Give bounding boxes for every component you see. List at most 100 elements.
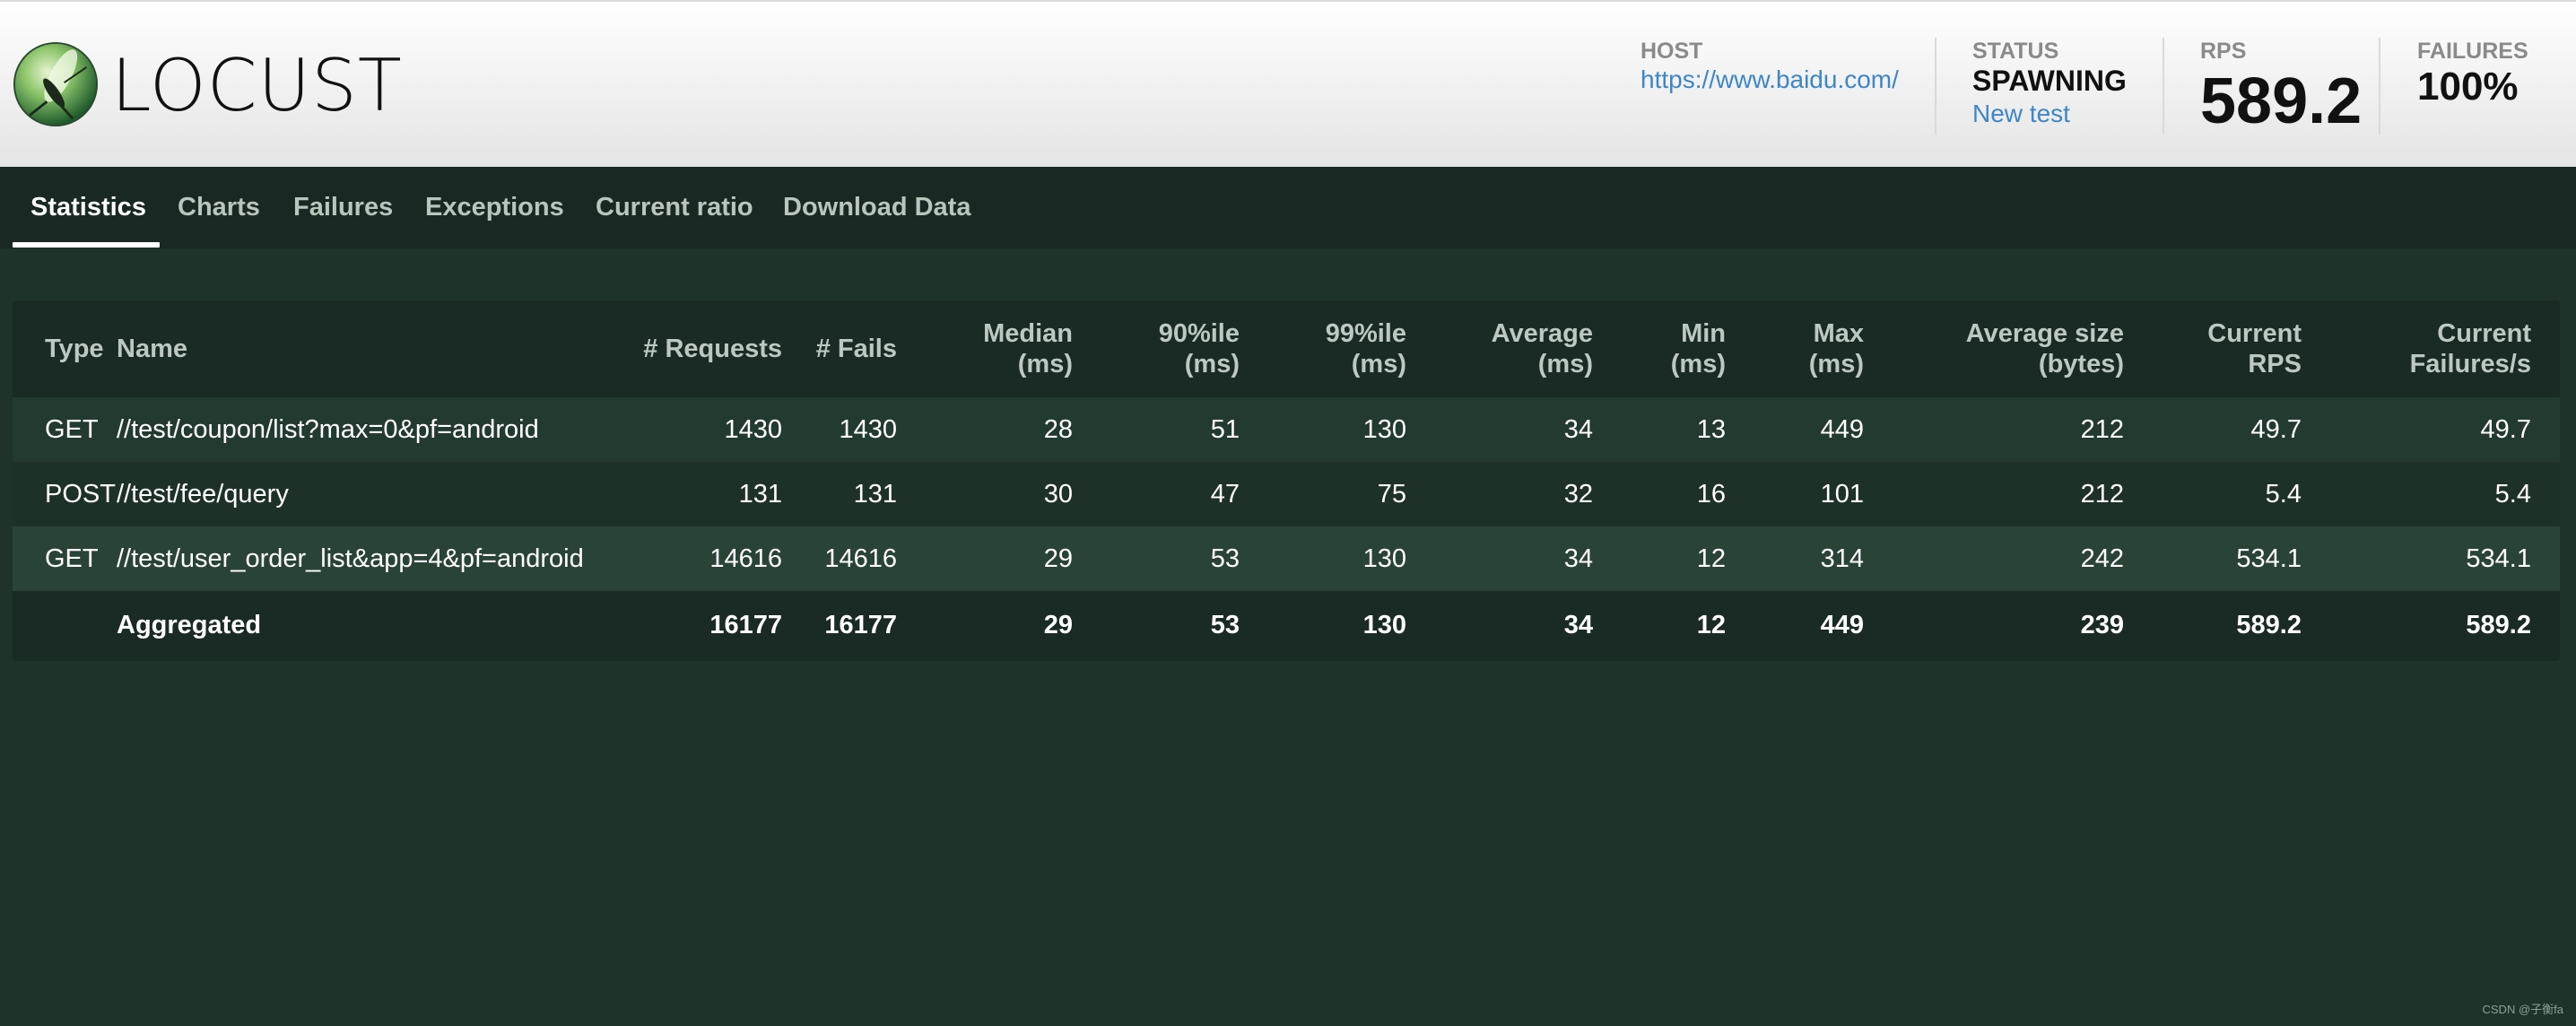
cell-requests: 14616 [619, 526, 782, 591]
header-divider [2379, 38, 2380, 135]
host-label: HOST [1640, 39, 1703, 64]
cell-type [13, 591, 117, 659]
cell-99ile: 130 [1240, 397, 1406, 462]
cell-current-failures: 589.2 [2466, 610, 2531, 639]
host-stat: HOST https://www.baidu.com/ [1640, 38, 1899, 95]
cell-min: 12 [1696, 610, 1726, 639]
cell-average-size: 212 [1864, 462, 2124, 526]
cell-90ile: 47 [1073, 462, 1240, 526]
cell-max: 101 [1726, 462, 1864, 526]
cell-max: 314 [1726, 526, 1864, 591]
cell-current-rps: 5.4 [2124, 462, 2302, 526]
active-tab-indicator [13, 242, 160, 248]
tab-statistics[interactable]: Statistics [30, 167, 146, 248]
cell-current-rps: 534.1 [2124, 526, 2302, 591]
column-header-fails[interactable]: # Fails [782, 300, 897, 397]
cell-median: 28 [897, 397, 1073, 462]
header-divider [2163, 38, 2164, 135]
cell-99ile: 130 [1362, 610, 1406, 639]
failures-stat: FAILURES 100% [2417, 38, 2528, 109]
column-header-type[interactable]: Type [13, 300, 117, 397]
tab-exceptions[interactable]: Exceptions [425, 167, 564, 248]
cell-current-rps: 589.2 [2236, 610, 2302, 639]
table-row: POST //test/fee/query 131 131 30 47 75 3… [13, 462, 2560, 526]
cell-min: 12 [1593, 526, 1726, 591]
cell-max: 449 [1820, 610, 1864, 639]
cell-average: 32 [1406, 462, 1593, 526]
status-label: STATUS [1972, 39, 2059, 64]
cell-average: 34 [1406, 526, 1593, 591]
status-stat: STATUS SPAWNING New test [1972, 38, 2127, 131]
cell-median: 29 [1043, 610, 1073, 639]
tab-bar: Statistics Charts Failures Exceptions Cu… [0, 167, 2576, 248]
column-header-current-failures[interactable]: Current Failures/s [2302, 300, 2560, 397]
new-test-link[interactable]: New test [1972, 97, 2127, 131]
cell-current-failures: 49.7 [2302, 397, 2560, 462]
cell-max: 449 [1726, 397, 1864, 462]
cell-type: GET [13, 526, 117, 591]
cell-current-failures: 5.4 [2302, 462, 2560, 526]
cell-90ile: 53 [1073, 526, 1240, 591]
column-header-name[interactable]: Name [117, 300, 619, 397]
failures-value: 100% [2417, 65, 2519, 109]
cell-name: //test/user_order_list&app=4&pf=android [117, 526, 619, 591]
aggregated-row: Aggregated 16177 16177 29 53 130 34 12 4… [13, 591, 2560, 659]
cell-median: 29 [897, 526, 1073, 591]
table-row: GET //test/user_order_list&app=4&pf=andr… [13, 526, 2560, 591]
cell-average-size: 212 [1864, 397, 2124, 462]
tab-charts[interactable]: Charts [178, 167, 260, 248]
rps-label: RPS [2200, 39, 2247, 64]
locust-logo-icon [13, 41, 99, 127]
cell-name: //test/fee/query [117, 462, 619, 526]
cell-name: Aggregated [117, 610, 262, 639]
failures-label: FAILURES [2417, 39, 2528, 64]
header-divider [1935, 38, 1936, 135]
cell-average: 34 [1563, 610, 1593, 639]
tab-current-ratio[interactable]: Current ratio [596, 167, 753, 248]
top-header: LOCUST HOST https://www.baidu.com/ STATU… [0, 0, 2576, 167]
cell-min: 16 [1593, 462, 1726, 526]
column-header-max[interactable]: Max (ms) [1726, 300, 1864, 397]
cell-current-failures: 534.1 [2302, 526, 2560, 591]
cell-fails: 131 [782, 462, 897, 526]
cell-requests: 16177 [709, 610, 782, 639]
statistics-table: Type Name # Requests # Fails Median (ms) … [13, 300, 2560, 659]
cell-average: 34 [1406, 397, 1593, 462]
cell-fails: 1430 [782, 397, 897, 462]
cell-90ile: 51 [1073, 397, 1240, 462]
cell-median: 30 [897, 462, 1073, 526]
table-row: GET //test/coupon/list?max=0&pf=android … [13, 397, 2560, 462]
column-header-min[interactable]: Min (ms) [1593, 300, 1726, 397]
brand-wordmark: LOCUST [111, 44, 403, 127]
cell-average-size: 242 [1864, 526, 2124, 591]
status-value: SPAWNING [1972, 65, 2127, 97]
cell-current-rps: 49.7 [2124, 397, 2302, 462]
column-header-average-size[interactable]: Average size (bytes) [1864, 300, 2124, 397]
column-header-99ile[interactable]: 99%ile (ms) [1240, 300, 1406, 397]
column-header-average[interactable]: Average (ms) [1406, 300, 1593, 397]
cell-90ile: 53 [1210, 610, 1240, 639]
cell-requests: 1430 [619, 397, 782, 462]
table-header-row: Type Name # Requests # Fails Median (ms) … [13, 300, 2560, 397]
cell-99ile: 75 [1240, 462, 1406, 526]
tab-download-data[interactable]: Download Data [783, 167, 970, 248]
cell-requests: 131 [619, 462, 782, 526]
cell-min: 13 [1593, 397, 1726, 462]
cell-fails: 14616 [782, 526, 897, 591]
cell-type: GET [13, 397, 117, 462]
watermark: CSDN @子衡fa [2482, 1003, 2564, 1016]
column-header-requests[interactable]: # Requests [619, 300, 782, 397]
cell-average-size: 239 [2080, 610, 2124, 639]
cell-99ile: 130 [1240, 526, 1406, 591]
column-header-90ile[interactable]: 90%ile (ms) [1073, 300, 1240, 397]
cell-name: //test/coupon/list?max=0&pf=android [117, 397, 619, 462]
rps-value: 589.2 [2200, 65, 2363, 137]
statistics-table-container: Type Name # Requests # Fails Median (ms) … [13, 300, 2560, 661]
tab-failures[interactable]: Failures [293, 167, 393, 248]
cell-type: POST [13, 462, 117, 526]
column-header-current-rps[interactable]: Current RPS [2124, 300, 2302, 397]
cell-fails: 16177 [824, 610, 897, 639]
column-header-median[interactable]: Median (ms) [897, 300, 1073, 397]
rps-stat: RPS 589.2 [2200, 38, 2362, 138]
host-value: https://www.baidu.com/ [1640, 65, 1899, 93]
